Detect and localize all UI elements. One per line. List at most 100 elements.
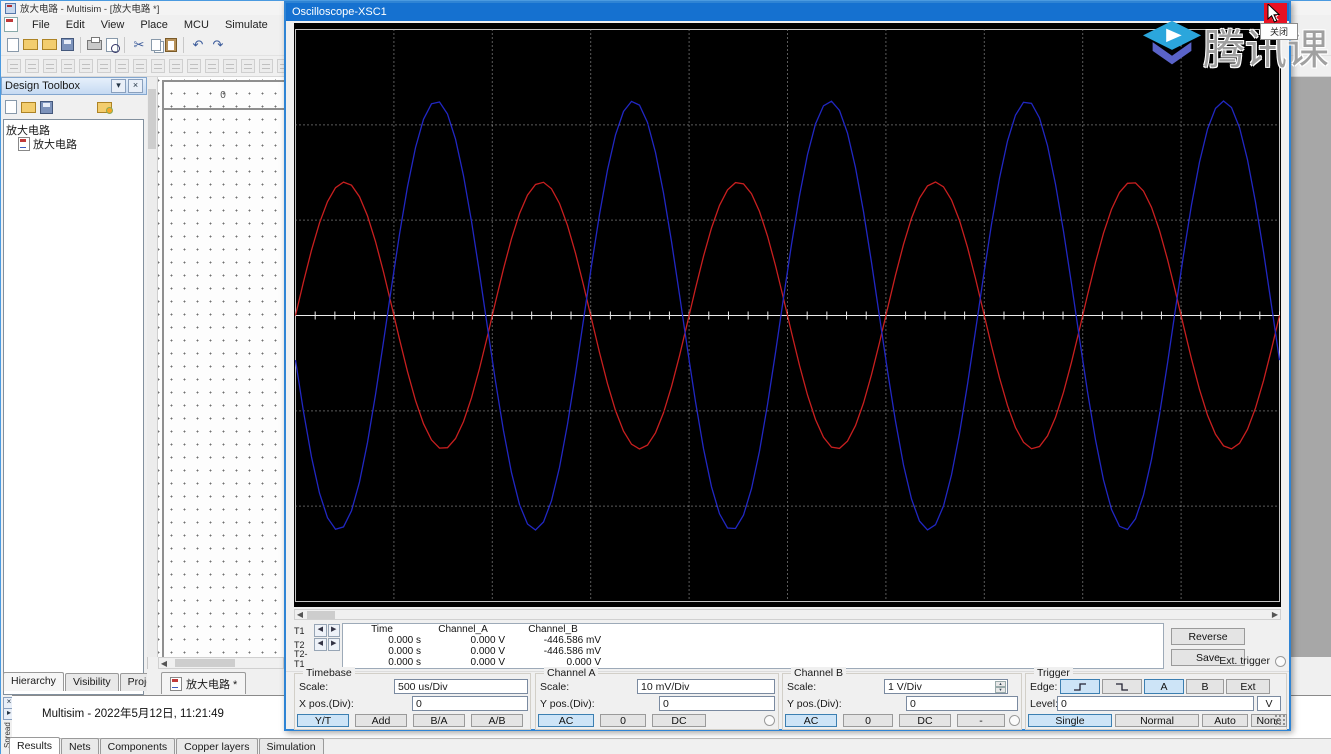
coupling-a-ac[interactable]: AC bbox=[538, 714, 594, 727]
spinner[interactable]: ▲ ▼ bbox=[995, 681, 1006, 693]
multisim-window: 放大电路 - Multisim - [放大电路 *] File Edit View P… bbox=[0, 0, 1331, 754]
cursor-left-icon[interactable]: ◀ bbox=[314, 624, 327, 637]
tab-components[interactable]: Components bbox=[99, 738, 176, 754]
coupling-b-ac[interactable]: AC bbox=[785, 714, 837, 727]
canvas-vscrollbar[interactable] bbox=[147, 77, 158, 657]
cut-icon[interactable]: ✂ bbox=[131, 37, 147, 52]
menu-edit[interactable]: Edit bbox=[58, 17, 93, 33]
toolbox-close-icon[interactable] bbox=[57, 100, 73, 115]
mode-y-t[interactable]: Y/T bbox=[297, 714, 349, 727]
channel-b-scale-field[interactable]: 1 V/Div ▲ ▼ bbox=[884, 679, 1008, 694]
place-misc-icon[interactable] bbox=[205, 59, 219, 73]
redo-icon[interactable]: ↷ bbox=[210, 37, 226, 52]
cursor-left-icon[interactable]: ◀ bbox=[314, 638, 327, 651]
scroll-left-icon[interactable]: ◀ bbox=[159, 659, 169, 668]
place-cmos-icon[interactable] bbox=[115, 59, 129, 73]
undo-icon[interactable]: ↶ bbox=[190, 37, 206, 52]
channel-b-ypos-field[interactable]: 0 bbox=[906, 696, 1018, 711]
schematic-icon bbox=[170, 676, 182, 691]
mode-a-b[interactable]: A/B bbox=[471, 714, 523, 727]
place-advanced-peripherals-icon[interactable] bbox=[223, 59, 237, 73]
place-analog-icon[interactable] bbox=[79, 59, 93, 73]
ext-trigger-radio[interactable] bbox=[1275, 655, 1286, 667]
copy-icon[interactable] bbox=[151, 38, 161, 51]
resize-grip[interactable] bbox=[1274, 714, 1287, 727]
scope-hscrollbar[interactable]: ◀ ▶ bbox=[294, 609, 1281, 620]
tab-simulation[interactable]: Simulation bbox=[258, 738, 324, 754]
place-power-icon[interactable] bbox=[187, 59, 201, 73]
scroll-left-icon[interactable]: ◀ bbox=[295, 610, 305, 619]
timebase-xpos-field[interactable]: 0 bbox=[412, 696, 528, 711]
cursor-right-icon[interactable]: ▶ bbox=[327, 638, 340, 651]
open-samples-icon[interactable] bbox=[42, 39, 57, 50]
close-icon[interactable]: × bbox=[128, 79, 143, 93]
tab-visibility[interactable]: Visibility bbox=[64, 673, 119, 691]
edge-falling-edge[interactable] bbox=[1102, 679, 1142, 694]
tree-item-root[interactable]: 放大电路 bbox=[6, 123, 141, 137]
print-preview-icon[interactable] bbox=[106, 37, 120, 53]
place-rf-icon[interactable] bbox=[241, 59, 255, 73]
tab-results[interactable]: Results bbox=[9, 737, 61, 754]
mode-b-a[interactable]: B/A bbox=[413, 714, 465, 727]
print-icon[interactable] bbox=[87, 36, 102, 50]
coupling-b-dc[interactable]: DC bbox=[899, 714, 951, 727]
trigger-mode-auto[interactable]: Auto bbox=[1202, 714, 1248, 727]
save-icon[interactable] bbox=[61, 38, 74, 51]
trigger-mode-single[interactable]: Single bbox=[1028, 714, 1112, 727]
coupling-a-0[interactable]: 0 bbox=[600, 714, 646, 727]
edge-b[interactable]: B bbox=[1186, 679, 1224, 694]
toolbox-versions-icon[interactable] bbox=[97, 101, 113, 114]
timebase-scale-field[interactable]: 500 us/Div bbox=[394, 679, 528, 694]
coupling-b--[interactable]: - bbox=[957, 714, 1005, 727]
rising-edge-icon bbox=[1074, 682, 1086, 691]
place-misc-digital-icon[interactable] bbox=[133, 59, 147, 73]
channel-a-radio[interactable] bbox=[764, 715, 775, 726]
channel-a-scale-field[interactable]: 10 mV/Div bbox=[637, 679, 775, 694]
tab-copper-layers[interactable]: Copper layers bbox=[176, 738, 258, 754]
edge-rising-edge[interactable] bbox=[1060, 679, 1100, 694]
dock-icon[interactable]: ▾ bbox=[111, 79, 126, 93]
toolbox-prop-icon[interactable] bbox=[77, 100, 93, 115]
place-diode-icon[interactable] bbox=[43, 59, 57, 73]
place-electromechanical-icon[interactable] bbox=[259, 59, 273, 73]
menu-mcu[interactable]: MCU bbox=[176, 17, 217, 33]
canvas-hscrollbar[interactable]: ◀ bbox=[158, 657, 284, 669]
ypos-label: Y pos.(Div): bbox=[787, 697, 842, 710]
place-basic-icon[interactable] bbox=[25, 59, 39, 73]
cursor-right-icon[interactable]: ▶ bbox=[327, 624, 340, 637]
edge-ext[interactable]: Ext bbox=[1226, 679, 1270, 694]
new-file-icon[interactable] bbox=[7, 37, 19, 52]
place-transistor-icon[interactable] bbox=[61, 59, 75, 73]
channel-b-radio[interactable] bbox=[1009, 715, 1020, 726]
toolbox-open-icon[interactable] bbox=[21, 101, 36, 113]
coupling-a-dc[interactable]: DC bbox=[652, 714, 706, 727]
place-ttl-icon[interactable] bbox=[97, 59, 111, 73]
tab-hierarchy[interactable]: Hierarchy bbox=[3, 672, 64, 691]
trigger-level-field[interactable]: 0 bbox=[1057, 696, 1254, 711]
tree-item-sheet[interactable]: 放大电路 bbox=[6, 136, 141, 151]
menu-simulate[interactable]: Simulate bbox=[217, 17, 276, 33]
scroll-right-icon[interactable]: ▶ bbox=[1270, 610, 1280, 619]
toolbar-separator bbox=[80, 36, 81, 53]
schematic-sheet[interactable]: 0 bbox=[158, 77, 284, 657]
edge-a[interactable]: A bbox=[1144, 679, 1184, 694]
toolbox-save-icon[interactable] bbox=[40, 100, 53, 114]
design-toolbox-header: Design Toolbox ▾ × bbox=[1, 77, 147, 95]
paste-icon[interactable] bbox=[165, 37, 177, 52]
place-source-icon[interactable] bbox=[7, 59, 21, 73]
coupling-b-0[interactable]: 0 bbox=[843, 714, 893, 727]
menu-file[interactable]: File bbox=[24, 17, 58, 33]
reverse-button[interactable]: Reverse bbox=[1171, 628, 1245, 645]
oscilloscope-titlebar[interactable]: Oscilloscope-XSC1 bbox=[286, 3, 1289, 21]
toolbox-new-icon[interactable] bbox=[5, 100, 17, 114]
menu-view[interactable]: View bbox=[93, 17, 133, 33]
open-file-icon[interactable] bbox=[23, 39, 38, 50]
tab-nets[interactable]: Nets bbox=[61, 738, 99, 754]
menu-place[interactable]: Place bbox=[132, 17, 176, 33]
trigger-mode-normal[interactable]: Normal bbox=[1115, 714, 1199, 727]
channel-a-ypos-field[interactable]: 0 bbox=[659, 696, 775, 711]
place-mixed-icon[interactable] bbox=[151, 59, 165, 73]
document-tab[interactable]: 放大电路 * bbox=[161, 672, 247, 694]
place-indicator-icon[interactable] bbox=[169, 59, 183, 73]
mode-add[interactable]: Add bbox=[355, 714, 407, 727]
